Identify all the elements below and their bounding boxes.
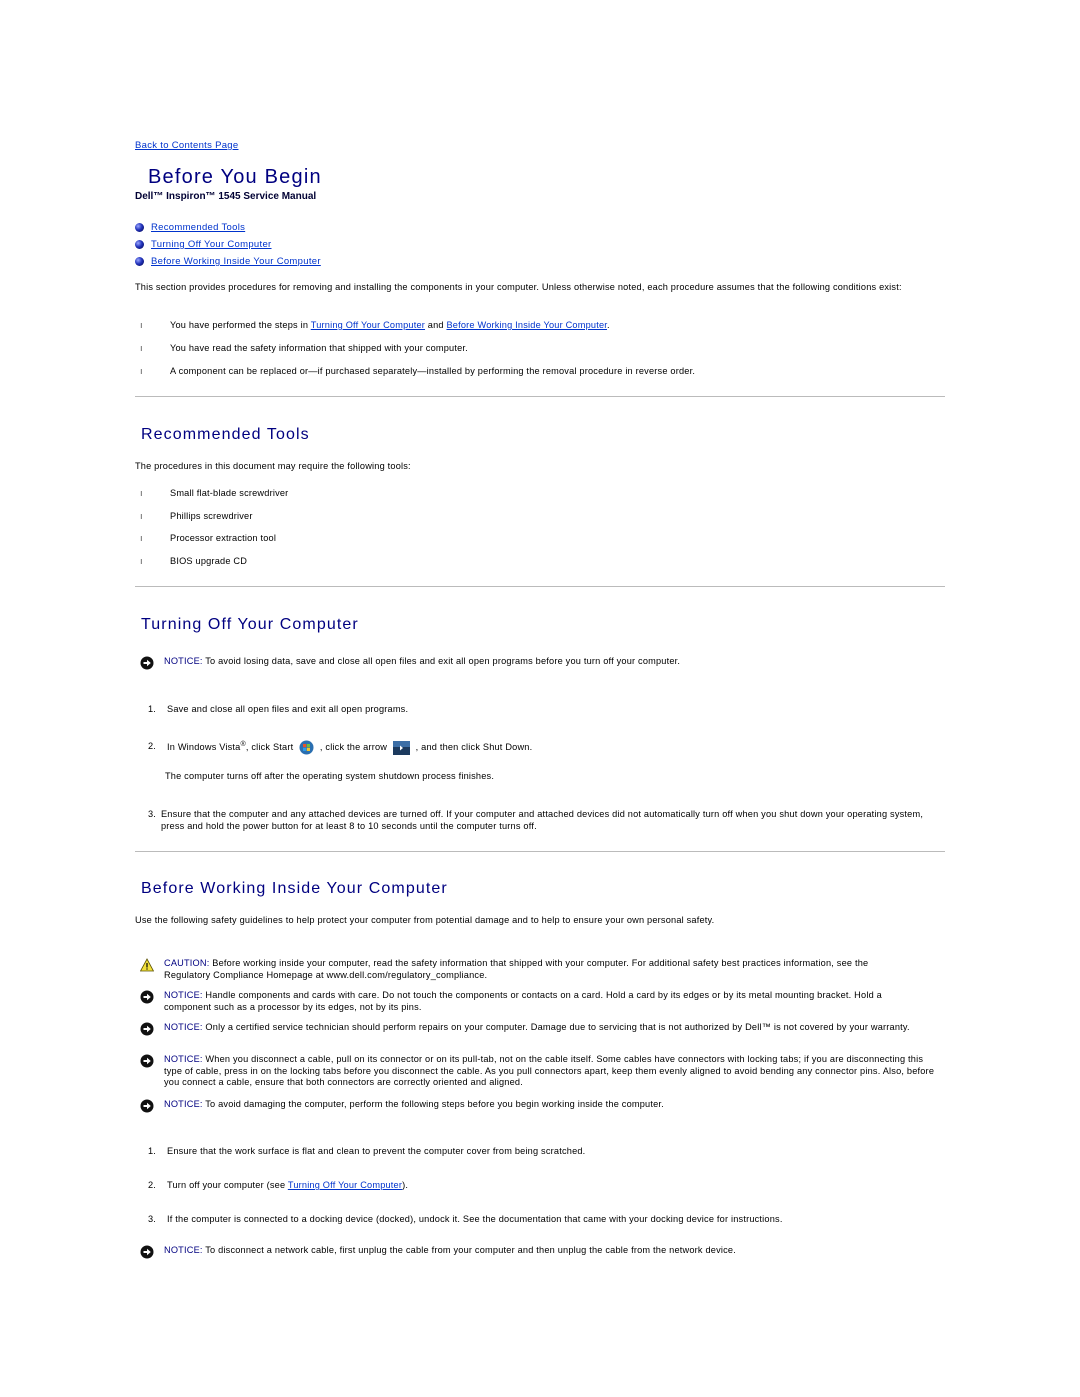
step-item: 1. Ensure that the work surface is flat … [148, 1146, 586, 1156]
step-item: 3. If the computer is connected to a doc… [148, 1214, 783, 1224]
before-working-intro: Use the following safety guidelines to h… [135, 915, 715, 925]
bullet-icon: ı [140, 511, 143, 521]
heading-turning-off: Turning Off Your Computer [141, 616, 359, 633]
table-of-contents: Recommended Tools Turning Off Your Compu… [135, 219, 321, 270]
caution-box: CAUTION: Before working inside your comp… [135, 958, 905, 981]
link-before-working[interactable]: Before Working Inside Your Computer [446, 320, 607, 330]
bullet-icon: ı [140, 366, 143, 376]
notice-box: NOTICE: To avoid losing data, save and c… [135, 656, 935, 670]
bullet-icon [135, 223, 144, 232]
arrow-button-icon [392, 740, 410, 755]
step-item: 1. Save and close all open files and exi… [148, 704, 409, 714]
caution-triangle-icon [140, 958, 154, 972]
step-item: 3. Ensure that the computer and any atta… [148, 809, 924, 831]
notice-arrow-icon [140, 1054, 154, 1068]
bullet-icon: ı [140, 533, 143, 543]
heading-recommended-tools: Recommended Tools [141, 426, 310, 443]
notice-box: NOTICE: When you disconnect a cable, pul… [135, 1054, 940, 1089]
notice-arrow-icon [140, 1022, 154, 1036]
step-note: The computer turns off after the operati… [165, 771, 495, 781]
notice-arrow-icon [140, 1099, 154, 1113]
bullet-icon: ı [140, 556, 143, 566]
bullet-icon: ı [140, 488, 143, 498]
back-to-contents-link[interactable]: Back to Contents Page [135, 140, 238, 151]
condition-item: ı A component can be replaced or—if purc… [135, 366, 935, 376]
toc-item: Turning Off Your Computer [135, 236, 321, 253]
tool-item: ı BIOS upgrade CD [135, 556, 247, 566]
bullet-icon: ı [140, 343, 143, 353]
toc-item: Before Working Inside Your Computer [135, 253, 321, 270]
toc-link-turning-off[interactable]: Turning Off Your Computer [151, 239, 272, 250]
toc-link-recommended-tools[interactable]: Recommended Tools [151, 222, 245, 233]
section-divider [135, 396, 945, 397]
notice-arrow-icon [140, 656, 154, 670]
bullet-icon: ı [140, 320, 143, 330]
condition-item: ı You have read the safety information t… [135, 343, 935, 353]
bullet-icon [135, 257, 144, 266]
link-turning-off[interactable]: Turning Off Your Computer [311, 320, 425, 330]
section-divider [135, 851, 945, 852]
toc-item: Recommended Tools [135, 219, 321, 236]
step-item: 2. In Windows Vista®, click Start , clic… [135, 739, 935, 755]
tools-intro: The procedures in this document may requ… [135, 461, 411, 471]
tool-item: ı Phillips screwdriver [135, 511, 253, 521]
condition-item: ı You have performed the steps in Turnin… [135, 320, 935, 330]
notice-box: NOTICE: To avoid damaging the computer, … [135, 1099, 935, 1113]
notice-box: NOTICE: To disconnect a network cable, f… [135, 1245, 935, 1259]
tool-item: ı Processor extraction tool [135, 533, 276, 543]
section-divider [135, 586, 945, 587]
intro-paragraph: This section provides procedures for rem… [135, 282, 902, 292]
windows-start-icon [299, 740, 314, 755]
notice-arrow-icon [140, 1245, 154, 1259]
notice-box: NOTICE: Handle components and cards with… [135, 990, 905, 1013]
notice-arrow-icon [140, 990, 154, 1004]
link-turning-off[interactable]: Turning Off Your Computer [288, 1180, 402, 1190]
heading-before-working: Before Working Inside Your Computer [141, 880, 448, 897]
tool-item: ı Small flat-blade screwdriver [135, 488, 288, 498]
toc-link-before-working[interactable]: Before Working Inside Your Computer [151, 256, 321, 267]
manual-subtitle: Dell™ Inspiron™ 1545 Service Manual [135, 191, 317, 202]
step-item: 2. Turn off your computer (see Turning O… [148, 1180, 409, 1190]
page-title: Before You Begin [148, 166, 322, 188]
bullet-icon [135, 240, 144, 249]
notice-box: NOTICE: Only a certified service technic… [135, 1022, 935, 1036]
